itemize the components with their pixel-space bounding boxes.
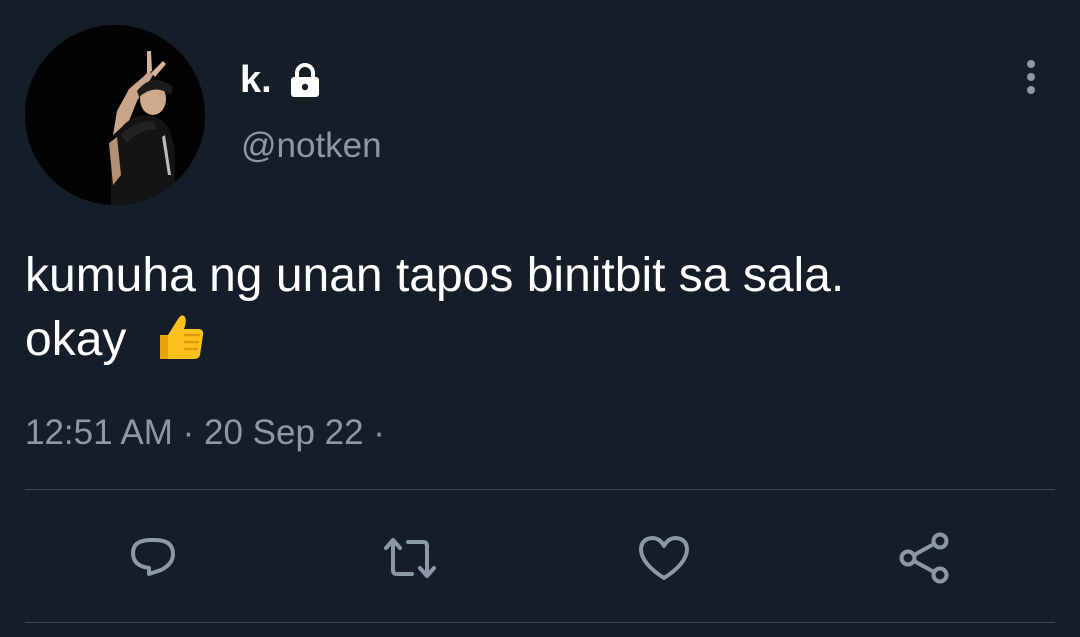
share-button[interactable]: [896, 530, 952, 586]
share-icon: [899, 532, 949, 584]
like-button[interactable]: [636, 530, 692, 586]
tweet-text-line-2: okay: [25, 308, 1055, 372]
tweet-text-line-2-text: okay: [25, 313, 127, 366]
divider: [25, 489, 1055, 490]
thumbs-up-icon: [159, 315, 203, 359]
tweet-text-line-1: kumuha ng unan tapos binitbit sa sala.: [25, 249, 845, 302]
reply-button[interactable]: [125, 530, 181, 586]
avatar-photo: [25, 25, 205, 205]
like-icon: [639, 536, 689, 580]
avatar[interactable]: [25, 25, 205, 205]
retweet-button[interactable]: [382, 530, 438, 586]
divider: [25, 622, 1055, 623]
display-name[interactable]: k.: [240, 58, 324, 102]
tweet-text: kumuha ng unan tapos binitbit sa sala. o…: [25, 244, 1055, 372]
tweet-card: k. @notken kumuha ng unan tapos binitbit…: [0, 0, 1080, 637]
display-name-text: k.: [240, 59, 272, 101]
reply-icon: [131, 538, 175, 576]
retweet-icon: [384, 538, 436, 578]
lock-icon: [290, 63, 319, 97]
more-options-icon[interactable]: [1016, 58, 1046, 98]
tweet-timestamp[interactable]: 12:51 AM · 20 Sep 22 ·: [25, 412, 385, 454]
user-handle[interactable]: @notken: [241, 126, 382, 166]
